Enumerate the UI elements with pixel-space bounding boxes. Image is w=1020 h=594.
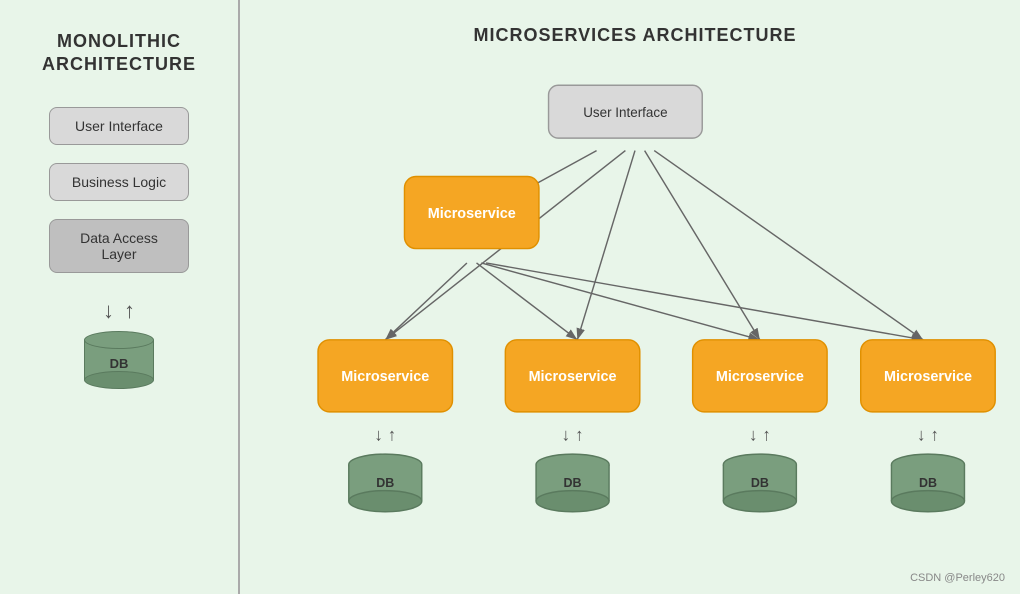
svg-text:↑: ↑ <box>930 425 939 445</box>
svg-text:DB: DB <box>751 476 769 490</box>
svg-text:↓: ↓ <box>917 425 926 445</box>
right-panel: MICROSERVICES ARCHITECTURE <box>240 0 1020 594</box>
monolithic-title: MONOLITHICARCHITECTURE <box>42 30 196 77</box>
svg-text:↓: ↓ <box>562 425 571 445</box>
mono-data-access-box: Data AccessLayer <box>49 219 189 273</box>
svg-text:↑: ↑ <box>388 425 397 445</box>
main-container: MONOLITHICARCHITECTURE User Interface Bu… <box>0 0 1020 594</box>
svg-text:Microservice: Microservice <box>341 369 429 385</box>
microservices-title: MICROSERVICES ARCHITECTURE <box>270 25 1000 46</box>
svg-text:Microservice: Microservice <box>716 369 804 385</box>
svg-text:DB: DB <box>919 476 937 490</box>
svg-text:↓: ↓ <box>374 425 383 445</box>
mono-db-bottom <box>84 371 154 389</box>
svg-text:↑: ↑ <box>575 425 584 445</box>
footer-text: CSDN @Perley620 <box>910 572 1005 584</box>
mono-db-label: DB <box>110 356 129 371</box>
svg-text:DB: DB <box>564 476 582 490</box>
mono-db: DB <box>84 331 154 389</box>
mono-bl-label: Business Logic <box>72 174 166 190</box>
mono-db-arrows: ↓ ↑ <box>103 291 135 331</box>
mono-dal-label: Data AccessLayer <box>80 230 158 262</box>
svg-text:↑: ↑ <box>762 425 771 445</box>
svg-text:Microservice: Microservice <box>529 369 617 385</box>
svg-text:Microservice: Microservice <box>884 369 972 385</box>
svg-text:Microservice: Microservice <box>428 206 516 222</box>
svg-text:User Interface: User Interface <box>583 105 667 120</box>
svg-text:DB: DB <box>376 476 394 490</box>
architecture-diagram: User Interface Microservice Microservice… <box>270 56 1000 566</box>
left-panel: MONOLITHICARCHITECTURE User Interface Bu… <box>0 0 240 594</box>
mono-business-logic-box: Business Logic <box>49 163 189 201</box>
mono-ui-label: User Interface <box>75 118 163 134</box>
mono-user-interface-box: User Interface <box>49 107 189 145</box>
svg-text:↓: ↓ <box>749 425 758 445</box>
arrow-down-icon: ↓ <box>103 291 114 331</box>
arrow-up-icon: ↑ <box>124 291 135 331</box>
mono-db-top <box>84 331 154 349</box>
